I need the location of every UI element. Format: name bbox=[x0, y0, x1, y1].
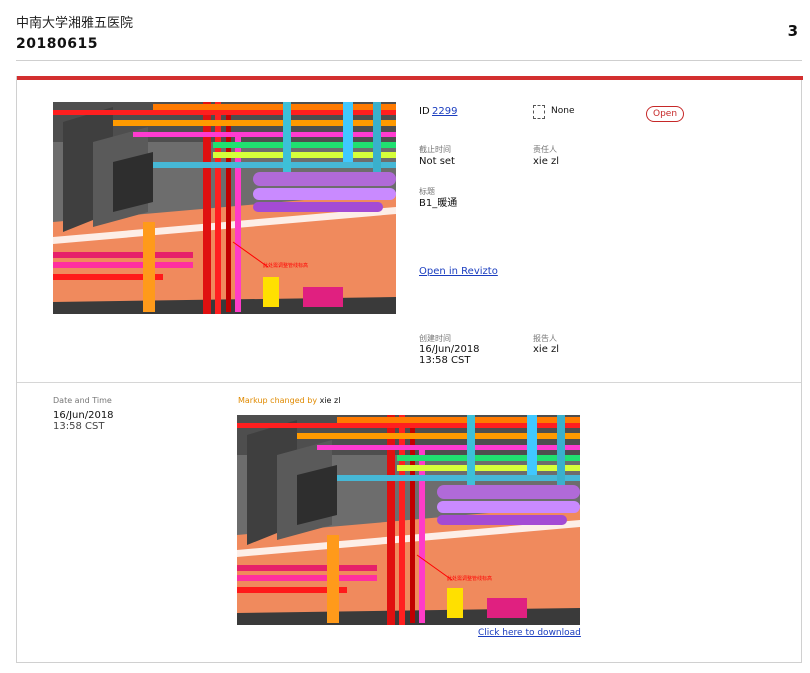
history-date: 16/Jun/2018 bbox=[53, 410, 114, 421]
deadline-value: Not set bbox=[419, 156, 455, 167]
reporter-label: 报告人 bbox=[533, 334, 557, 343]
title-value: B1_暖通 bbox=[419, 198, 458, 209]
status-badge: Open bbox=[646, 106, 685, 122]
markup-changed-text: Markup changed by xie zl bbox=[238, 396, 340, 405]
history-snapshot[interactable]: 此处需调整管线标高 bbox=[237, 415, 580, 625]
assignee-value: xie zl bbox=[533, 156, 560, 167]
header-divider bbox=[16, 60, 802, 61]
created-date: 16/Jun/2018 bbox=[419, 344, 480, 355]
created-time: 13:58 CST bbox=[419, 355, 471, 366]
title-label: 标题 bbox=[419, 187, 435, 196]
report-date: 20180615 bbox=[16, 36, 98, 52]
snapshot-annotation: 此处需调整管线标高 bbox=[263, 262, 308, 269]
issue-type-label: None bbox=[551, 106, 575, 116]
report-header: 中南大学湘雅五医院 20180615 3 bbox=[0, 0, 810, 64]
deadline-label: 截止时间 bbox=[419, 145, 451, 154]
issue-type-icon bbox=[533, 105, 545, 119]
issue-snapshot[interactable]: 此处需调整管线标高 bbox=[53, 102, 396, 314]
issue-id-link[interactable]: 2299 bbox=[432, 106, 457, 117]
history-date-label: Date and Time bbox=[53, 396, 112, 405]
markup-user: xie zl bbox=[319, 396, 341, 405]
issue-id-label: ID bbox=[419, 106, 430, 117]
issue-card: 此处需调整管线标高 ID 2299 None Open 截止时间 Not set… bbox=[16, 76, 803, 663]
bim-model-image-history: 此处需调整管线标高 bbox=[237, 415, 580, 625]
page-number: 3 bbox=[787, 22, 798, 40]
issue-details: 此处需调整管线标高 ID 2299 None Open 截止时间 Not set… bbox=[17, 80, 801, 382]
open-in-revizto-link[interactable]: Open in Revizto bbox=[419, 266, 498, 277]
hospital-name: 中南大学湘雅五医院 bbox=[16, 16, 134, 31]
markup-changed-label: Markup changed by bbox=[238, 396, 318, 405]
snapshot-annotation-history: 此处需调整管线标高 bbox=[447, 575, 492, 582]
bim-model-image: 此处需调整管线标高 bbox=[53, 102, 396, 314]
download-link[interactable]: Click here to download bbox=[478, 628, 581, 638]
assignee-label: 责任人 bbox=[533, 145, 557, 154]
created-label: 创建时间 bbox=[419, 334, 451, 343]
history-time: 13:58 CST bbox=[53, 421, 105, 432]
reporter-value: xie zl bbox=[533, 344, 560, 355]
history-entry: Date and Time 16/Jun/2018 13:58 CST Mark… bbox=[17, 383, 801, 661]
